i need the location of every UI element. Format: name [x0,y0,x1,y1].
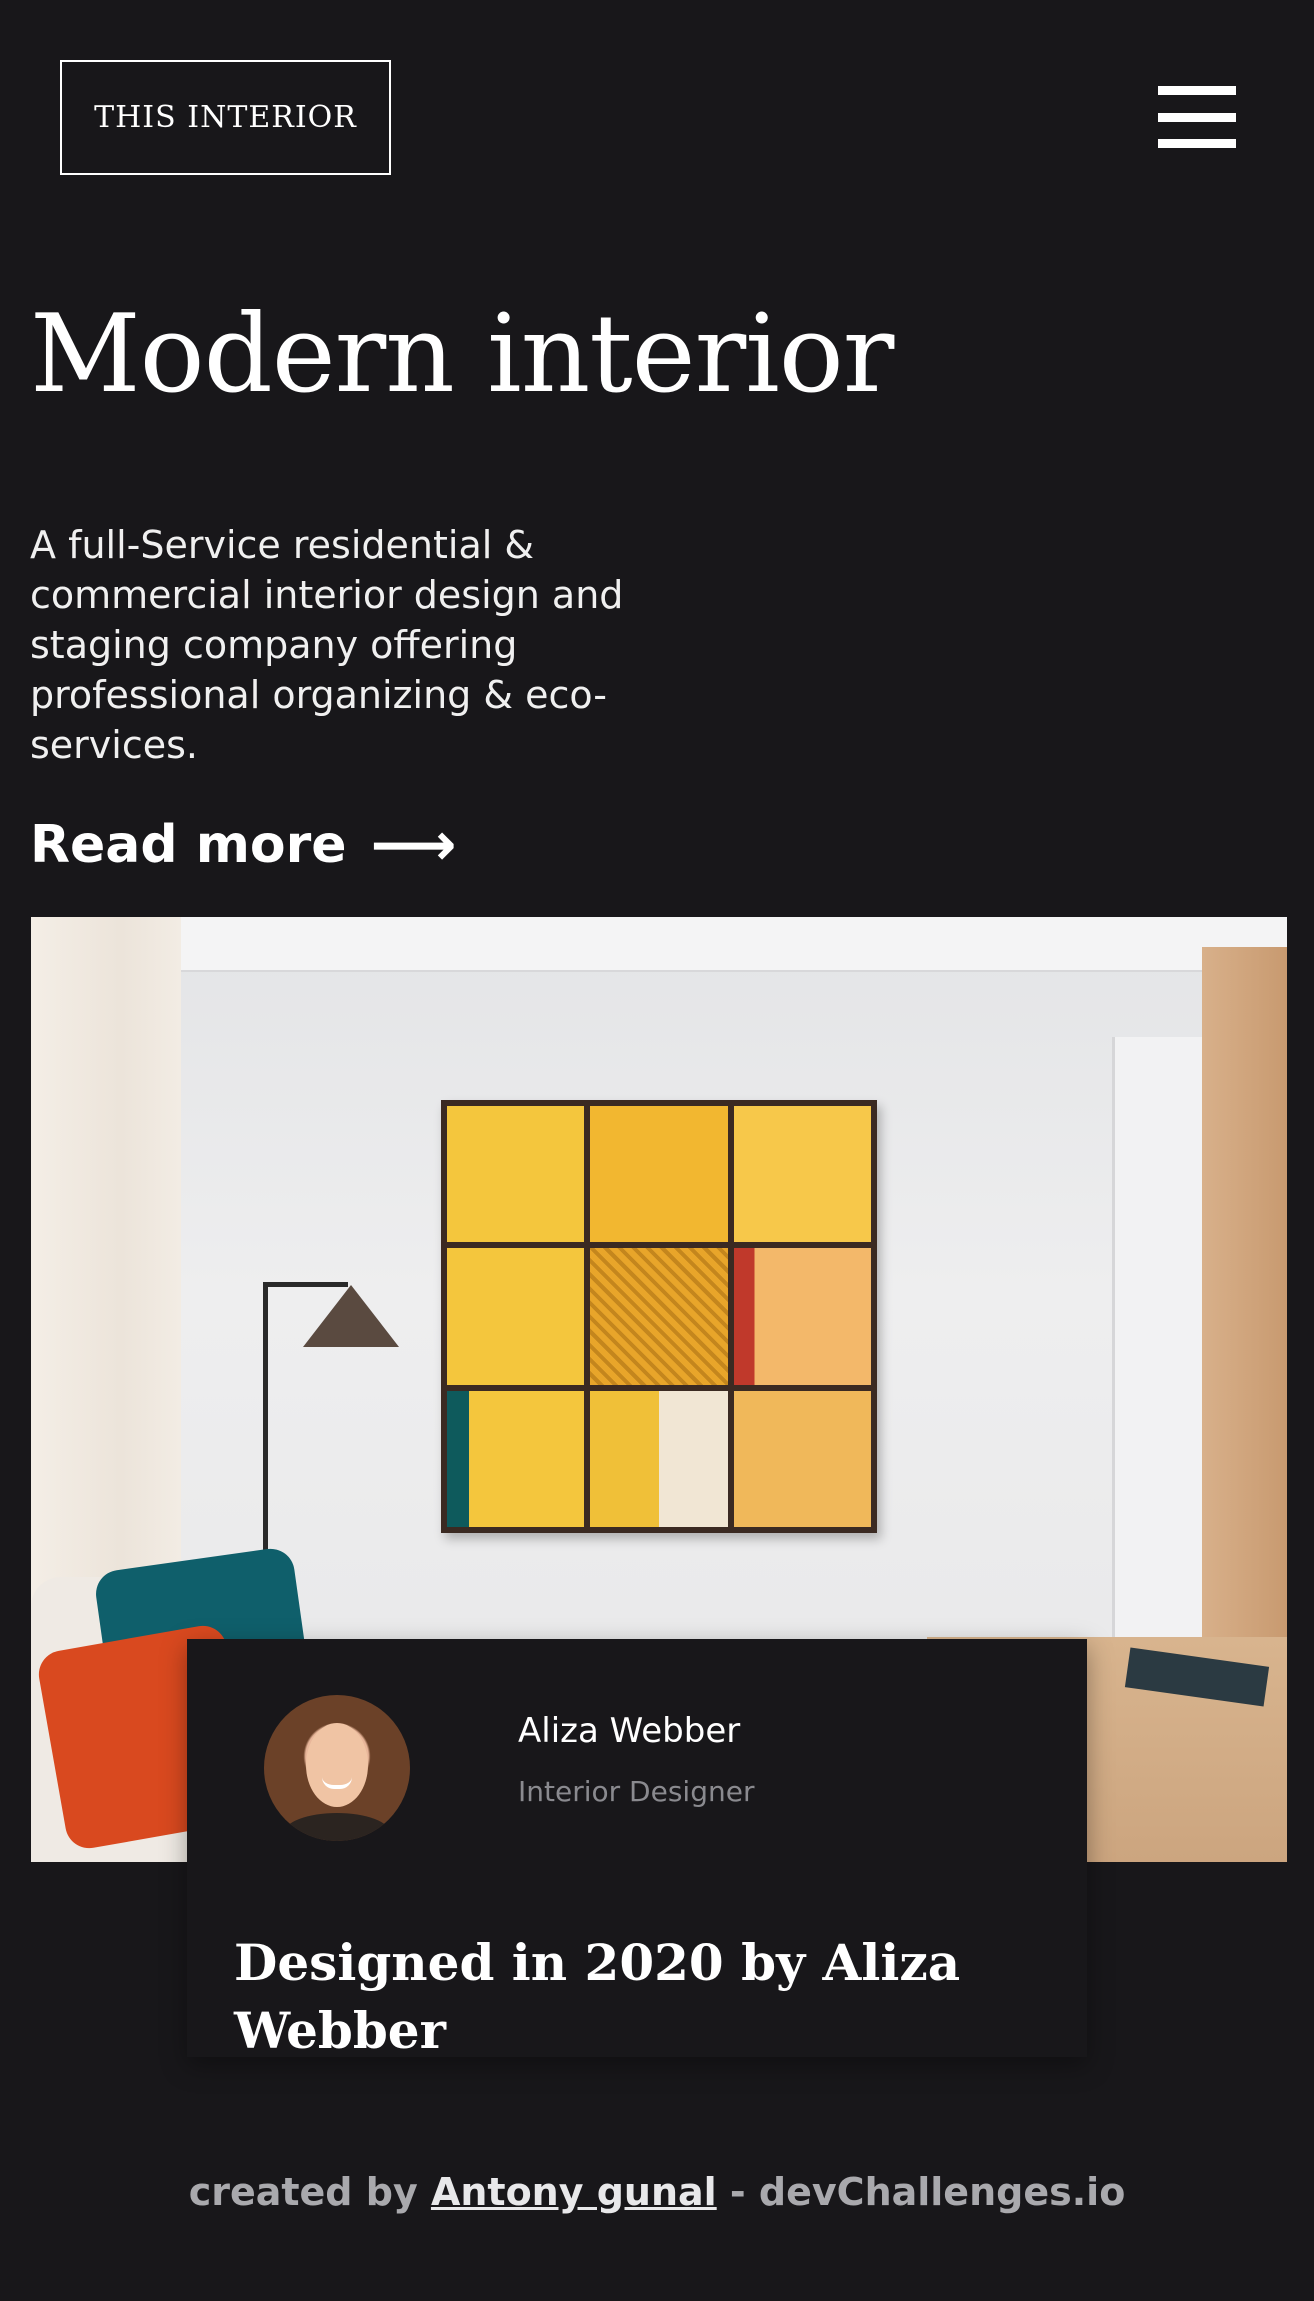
floor-lamp-shade [303,1285,399,1347]
art-tile [590,1248,728,1385]
art-tile [447,1248,585,1385]
footer-suffix: - devChallenges.io [716,2170,1126,2214]
menu-bar [1158,112,1236,122]
read-more-label: Read more [30,815,347,875]
art-tile [590,1390,728,1527]
site-logo[interactable]: THIS INTERIOR [60,60,391,175]
avatar-face [306,1723,368,1807]
art-tile [447,1390,585,1527]
arrow-right-icon: ⟶ [370,810,457,880]
designer-avatar [264,1695,410,1841]
hero-description: A full-Service residential & commercial … [30,523,624,767]
avatar-shirt [284,1813,390,1841]
wall-art-collage [441,1100,877,1533]
designer-name: Aliza Webber [518,1711,741,1751]
hero-title: Modern interior [30,292,894,417]
footer-prefix: created by [188,2170,431,2214]
art-tile [447,1106,585,1243]
designer-card: Aliza Webber Interior Designer Designed … [187,1639,1087,2060]
art-tile [590,1106,728,1243]
footer-credit: created by Antony gunal - devChallenges.… [0,2170,1314,2214]
art-tile [733,1106,871,1243]
hamburger-menu-icon[interactable] [1158,86,1236,148]
designer-role: Interior Designer [518,1775,755,1808]
art-tile [733,1390,871,1527]
photo-ceiling [31,917,1287,972]
art-tile [733,1248,871,1385]
menu-bar [1158,139,1236,148]
menu-bar [1158,86,1236,95]
read-more-link[interactable]: Read more ⟶ [30,810,457,880]
footer-author-link[interactable]: Antony gunal [431,2170,717,2214]
design-caption: Designed in 2020 by Aliza Webber [234,1933,961,2060]
